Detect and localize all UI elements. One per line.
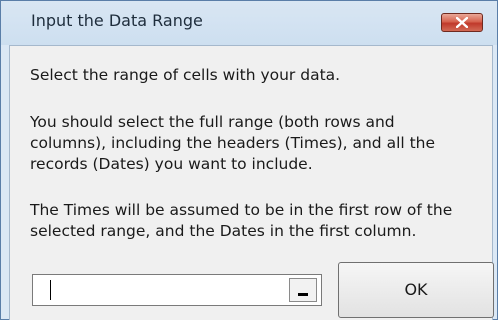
text-caret: [50, 280, 51, 300]
dialog-title: Input the Data Range: [31, 11, 203, 30]
range-explanation-line: columns), including the headers (Times),…: [30, 134, 436, 152]
assumption-explanation-line: selected range, and the Dates in the fir…: [30, 222, 417, 240]
collapse-dialog-icon: [298, 293, 308, 296]
close-button[interactable]: [441, 13, 483, 32]
assumption-explanation: The Times will be assumed to be in the f…: [30, 200, 480, 242]
dialog-window: Input the Data Range Select the range of…: [0, 0, 498, 320]
close-icon: [456, 17, 468, 28]
instruction-text: Select the range of cells with your data…: [30, 66, 341, 84]
dialog-body: Select the range of cells with your data…: [9, 45, 494, 320]
title-bar[interactable]: Input the Data Range: [1, 1, 497, 45]
collapse-dialog-button[interactable]: [289, 278, 317, 302]
range-explanation-line: You should select the full range (both r…: [30, 113, 395, 131]
range-explanation: You should select the full range (both r…: [30, 112, 480, 175]
range-input[interactable]: [32, 274, 322, 306]
ok-button[interactable]: OK: [338, 262, 494, 318]
assumption-explanation-line: The Times will be assumed to be in the f…: [30, 201, 453, 219]
range-explanation-line: records (Dates) you want to include.: [30, 155, 313, 173]
